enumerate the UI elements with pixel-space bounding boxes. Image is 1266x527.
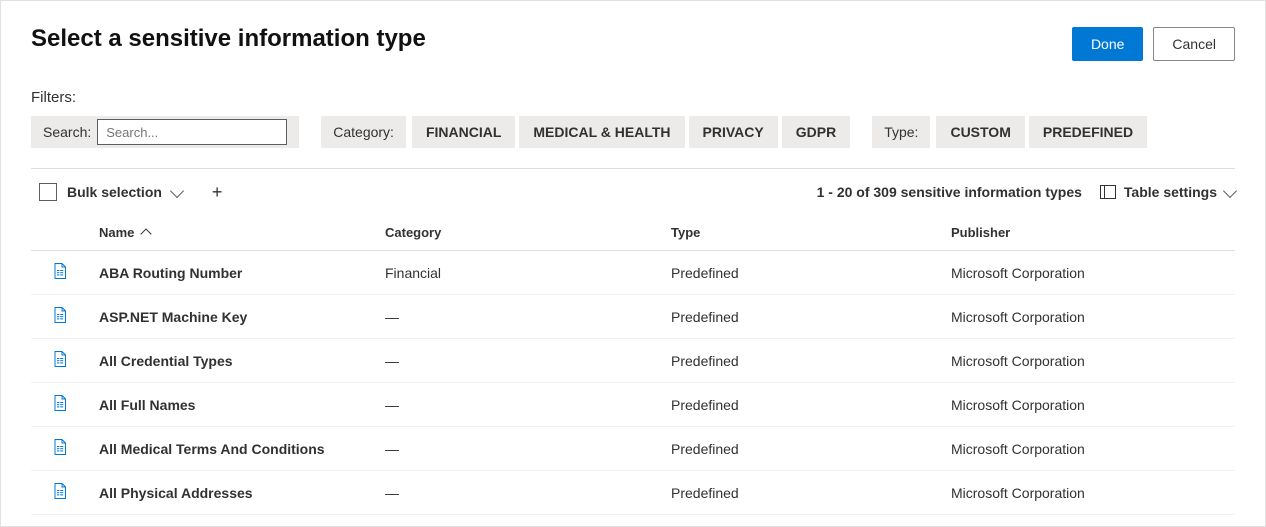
cell-category: Financial (377, 251, 663, 295)
type-chip-custom[interactable]: CUSTOM (936, 116, 1024, 148)
filters-label: Filters: (31, 89, 1235, 106)
header-name[interactable]: Name (91, 215, 377, 251)
bulk-checkbox[interactable] (39, 183, 57, 201)
table-row[interactable]: All Full Names—PredefinedMicrosoft Corpo… (31, 383, 1235, 427)
table-row[interactable]: All Credential Types—PredefinedMicrosoft… (31, 339, 1235, 383)
category-label: Category: (333, 124, 394, 140)
table-settings-button[interactable]: Table settings (1100, 184, 1235, 200)
cell-publisher: Microsoft Corporation (943, 383, 1235, 427)
document-icon (53, 395, 67, 411)
header-type[interactable]: Type (663, 215, 943, 251)
category-chip-privacy[interactable]: PRIVACY (689, 116, 778, 148)
cell-name: All Credential Types (91, 339, 377, 383)
data-table: Name Category Type Publisher ABA Routing… (31, 215, 1235, 515)
document-icon (53, 307, 67, 323)
document-icon (53, 483, 67, 499)
cell-type: Predefined (663, 295, 943, 339)
page-title: Select a sensitive information type (31, 25, 426, 53)
table-row[interactable]: All Medical Terms And Conditions—Predefi… (31, 427, 1235, 471)
table-settings-icon (1100, 185, 1116, 199)
search-label: Search: (43, 124, 91, 140)
chevron-down-icon (1223, 183, 1237, 197)
table-row[interactable]: ABA Routing NumberFinancialPredefinedMic… (31, 251, 1235, 295)
cell-publisher: Microsoft Corporation (943, 339, 1235, 383)
header-publisher[interactable]: Publisher (943, 215, 1235, 251)
cell-publisher: Microsoft Corporation (943, 251, 1235, 295)
type-chip-group: CUSTOM PREDEFINED (936, 116, 1147, 148)
search-pill: Search: (31, 116, 299, 148)
table-row[interactable]: ASP.NET Machine Key—PredefinedMicrosoft … (31, 295, 1235, 339)
plus-icon[interactable]: + (208, 183, 227, 201)
filters-row: Search: Category: FINANCIAL MEDICAL & HE… (31, 116, 1235, 148)
category-chip-gdpr[interactable]: GDPR (782, 116, 850, 148)
cell-publisher: Microsoft Corporation (943, 295, 1235, 339)
type-pill: Type: (872, 116, 930, 148)
category-chip-medical[interactable]: MEDICAL & HEALTH (519, 116, 684, 148)
cell-type: Predefined (663, 339, 943, 383)
cell-category: — (377, 427, 663, 471)
cell-name: ASP.NET Machine Key (91, 295, 377, 339)
bulk-selection-label: Bulk selection (67, 184, 162, 200)
cell-category: — (377, 295, 663, 339)
header-name-label: Name (99, 225, 134, 240)
header-spacer (31, 215, 91, 251)
category-chip-financial[interactable]: FINANCIAL (412, 116, 515, 148)
cell-category: — (377, 383, 663, 427)
cell-name: All Physical Addresses (91, 471, 377, 515)
table-settings-label: Table settings (1124, 184, 1217, 200)
cell-name: All Full Names (91, 383, 377, 427)
document-icon (53, 351, 67, 367)
cell-type: Predefined (663, 251, 943, 295)
type-label: Type: (884, 124, 918, 140)
cell-category: — (377, 339, 663, 383)
cell-type: Predefined (663, 471, 943, 515)
toolbar: Bulk selection + 1 - 20 of 309 sensitive… (31, 169, 1235, 215)
type-chip-predefined[interactable]: PREDEFINED (1029, 116, 1147, 148)
cancel-button[interactable]: Cancel (1153, 27, 1235, 61)
cell-publisher: Microsoft Corporation (943, 471, 1235, 515)
cell-type: Predefined (663, 427, 943, 471)
category-pill: Category: (321, 116, 406, 148)
header-category[interactable]: Category (377, 215, 663, 251)
table-header-row: Name Category Type Publisher (31, 215, 1235, 251)
done-button[interactable]: Done (1072, 27, 1143, 61)
cell-name: All Medical Terms And Conditions (91, 427, 377, 471)
search-input[interactable] (97, 119, 287, 145)
header-actions: Done Cancel (1072, 27, 1235, 61)
chevron-down-icon[interactable] (170, 183, 184, 197)
document-icon (53, 439, 67, 455)
cell-category: — (377, 471, 663, 515)
cell-name: ABA Routing Number (91, 251, 377, 295)
document-icon (53, 263, 67, 279)
table-row[interactable]: All Physical Addresses—PredefinedMicroso… (31, 471, 1235, 515)
result-count: 1 - 20 of 309 sensitive information type… (817, 184, 1082, 200)
category-chip-group: FINANCIAL MEDICAL & HEALTH PRIVACY GDPR (412, 116, 850, 148)
cell-publisher: Microsoft Corporation (943, 427, 1235, 471)
sort-ascending-icon (140, 228, 151, 239)
cell-type: Predefined (663, 383, 943, 427)
